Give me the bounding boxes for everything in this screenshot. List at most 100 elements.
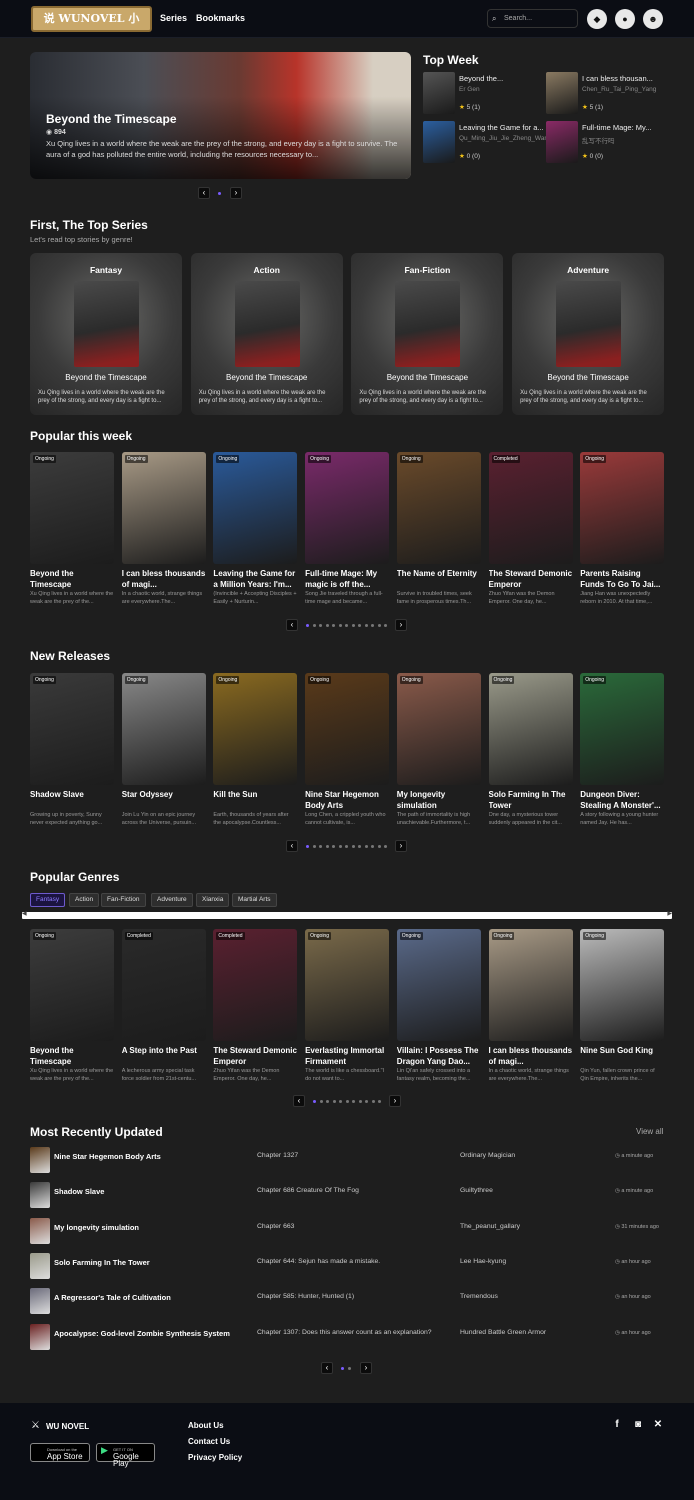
- carousel-dot[interactable]: [345, 624, 348, 627]
- recent-row-title[interactable]: A Regressor's Tale of Cultivation: [54, 1293, 171, 1302]
- carousel-dot[interactable]: [377, 624, 381, 627]
- recent-row-title[interactable]: Shadow Slave: [54, 1187, 104, 1196]
- carousel-dot[interactable]: [306, 845, 309, 848]
- genre-card[interactable]: Action Beyond the Timescape Xu Qing lives …: [190, 253, 343, 415]
- hero-banner[interactable]: Beyond the Timescape ◉ 894 Xu Qing lives…: [30, 52, 411, 179]
- recent-row-title[interactable]: Solo Farming In The Tower: [54, 1258, 150, 1267]
- x-icon[interactable]: ✕: [652, 1419, 664, 1431]
- carousel-dot[interactable]: [377, 845, 381, 848]
- popular-next-button[interactable]: ›: [395, 619, 407, 631]
- view-all-link[interactable]: View all: [636, 1127, 663, 1136]
- carousel-dot[interactable]: [384, 845, 387, 848]
- carousel-dot[interactable]: [338, 624, 342, 627]
- carousel-dot[interactable]: [358, 1100, 362, 1103]
- genre-card[interactable]: Fantasy Beyond the Timescape Xu Qing lives…: [30, 253, 182, 415]
- user-avatar-icon[interactable]: ☻: [643, 9, 663, 29]
- privacy-policy-link[interactable]: Privacy Policy: [188, 1453, 242, 1462]
- popular-prev-button[interactable]: ‹: [286, 619, 298, 631]
- recent-row-chapter[interactable]: Chapter 1327: [257, 1152, 298, 1159]
- genre-card[interactable]: Fan-Fiction Beyond the Timescape Xu Qing l…: [351, 253, 504, 415]
- carousel-dot[interactable]: [358, 624, 361, 627]
- nav-series-link[interactable]: Series: [160, 13, 187, 23]
- genres-next-button[interactable]: ›: [389, 1095, 401, 1107]
- carousel-dot[interactable]: [319, 624, 322, 627]
- top-week-item[interactable]: Leaving the Game for a... Qu_Ming_Jiu_Jie…: [423, 121, 547, 163]
- diamond-icon[interactable]: ◆: [587, 9, 607, 29]
- bell-icon[interactable]: ●: [615, 9, 635, 29]
- hero-prev-button[interactable]: ‹: [198, 187, 210, 199]
- new-next-button[interactable]: ›: [395, 840, 407, 852]
- genre-tab[interactable]: Xianxia: [196, 893, 230, 907]
- genres-prev-button[interactable]: ‹: [293, 1095, 305, 1107]
- carousel-dot[interactable]: [306, 624, 309, 627]
- recent-row[interactable]: Nine Star Hegemon Body Arts Chapter 1327 O…: [30, 1147, 666, 1173]
- carousel-dot[interactable]: [325, 624, 329, 627]
- search-input[interactable]: Search...: [487, 9, 578, 28]
- recent-row-chapter[interactable]: Chapter 644: Sejun has made a mistake.: [257, 1258, 380, 1265]
- recent-row-chapter[interactable]: Chapter 686 Creature Of The Fog: [257, 1187, 359, 1194]
- carousel-dot[interactable]: [339, 1100, 342, 1103]
- facebook-icon[interactable]: f: [611, 1419, 623, 1431]
- recent-row-chapter[interactable]: Chapter 663: [257, 1223, 294, 1230]
- carousel-dot[interactable]: [371, 845, 374, 848]
- recent-row[interactable]: Solo Farming In The Tower Chapter 644: Se…: [30, 1252, 666, 1279]
- recent-next-button[interactable]: ›: [360, 1362, 372, 1374]
- scroll-left-icon[interactable]: ◀: [22, 910, 27, 917]
- carousel-dot[interactable]: [371, 1100, 375, 1103]
- carousel-dot[interactable]: [345, 845, 348, 848]
- hero-next-button[interactable]: ›: [230, 187, 242, 199]
- carousel-dot[interactable]: [325, 845, 329, 848]
- scroll-right-icon[interactable]: ▶: [667, 910, 672, 917]
- app-store-button[interactable]: Download on the App Store: [30, 1443, 90, 1462]
- recent-row-title[interactable]: My longevity simulation: [54, 1223, 139, 1232]
- carousel-dot[interactable]: [312, 624, 316, 627]
- genre-scrollbar[interactable]: ◀ ▶: [22, 910, 672, 919]
- carousel-dot[interactable]: [364, 624, 368, 627]
- nav-bookmarks-link[interactable]: Bookmarks: [196, 13, 245, 23]
- genre-card[interactable]: Adventure Beyond the Timescape Xu Qing liv…: [512, 253, 665, 415]
- genre-tab[interactable]: Action: [69, 893, 100, 907]
- about-us-link[interactable]: About Us: [188, 1421, 224, 1430]
- hero-dot[interactable]: [218, 192, 221, 195]
- site-logo[interactable]: 说 WUNOVEL 小: [31, 6, 152, 32]
- recent-row-title[interactable]: Apocalypse: God-level Zombie Synthesis S…: [54, 1329, 230, 1338]
- carousel-dot[interactable]: [345, 1100, 349, 1103]
- carousel-dot[interactable]: [351, 624, 355, 627]
- carousel-dot[interactable]: [358, 845, 361, 848]
- carousel-dot[interactable]: [319, 1100, 323, 1103]
- new-prev-button[interactable]: ‹: [286, 840, 298, 852]
- google-play-button[interactable]: ▶ GET IT ON Google Play: [96, 1443, 155, 1468]
- carousel-dot[interactable]: [384, 624, 387, 627]
- carousel-dot[interactable]: [371, 624, 374, 627]
- recent-dot[interactable]: [341, 1367, 344, 1370]
- genre-tab[interactable]: Adventure: [151, 893, 193, 907]
- carousel-dot[interactable]: [332, 1100, 336, 1103]
- genre-tab[interactable]: Fantasy: [30, 893, 66, 907]
- recent-row[interactable]: A Regressor's Tale of Cultivation Chapter…: [30, 1288, 666, 1315]
- carousel-dot[interactable]: [332, 624, 335, 627]
- genre-tab[interactable]: Fan-Fiction: [101, 893, 146, 907]
- top-week-item[interactable]: I can bless thousan... Chen_Ru_Tai_Ping_Y…: [546, 72, 668, 114]
- recent-row-title[interactable]: Nine Star Hegemon Body Arts: [54, 1152, 161, 1161]
- carousel-dot[interactable]: [332, 845, 335, 848]
- carousel-dot[interactable]: [352, 1100, 355, 1103]
- carousel-dot[interactable]: [365, 1100, 368, 1103]
- carousel-dot[interactable]: [338, 845, 342, 848]
- genre-tab[interactable]: Martial Arts: [232, 893, 277, 907]
- recent-row-chapter[interactable]: Chapter 585: Hunter, Hunted (1): [257, 1293, 354, 1300]
- recent-row-chapter[interactable]: Chapter 1307: Does this answer count as …: [257, 1329, 432, 1336]
- carousel-dot[interactable]: [378, 1100, 381, 1103]
- carousel-dot[interactable]: [326, 1100, 329, 1103]
- recent-row[interactable]: Shadow Slave Chapter 686 Creature Of The …: [30, 1182, 666, 1209]
- recent-prev-button[interactable]: ‹: [321, 1362, 333, 1374]
- top-week-item[interactable]: Full-time Mage: My... 乱写不行吗 ★ 0 (0): [546, 121, 668, 163]
- contact-us-link[interactable]: Contact Us: [188, 1437, 230, 1446]
- recent-row[interactable]: My longevity simulation Chapter 663 The_pe…: [30, 1217, 666, 1244]
- recent-dot[interactable]: [348, 1367, 351, 1370]
- carousel-dot[interactable]: [319, 845, 322, 848]
- carousel-dot[interactable]: [313, 1100, 316, 1103]
- carousel-dot[interactable]: [312, 845, 316, 848]
- carousel-dot[interactable]: [364, 845, 368, 848]
- top-week-item[interactable]: Beyond the... Er Gen ★ 5 (1): [423, 72, 545, 114]
- carousel-dot[interactable]: [351, 845, 355, 848]
